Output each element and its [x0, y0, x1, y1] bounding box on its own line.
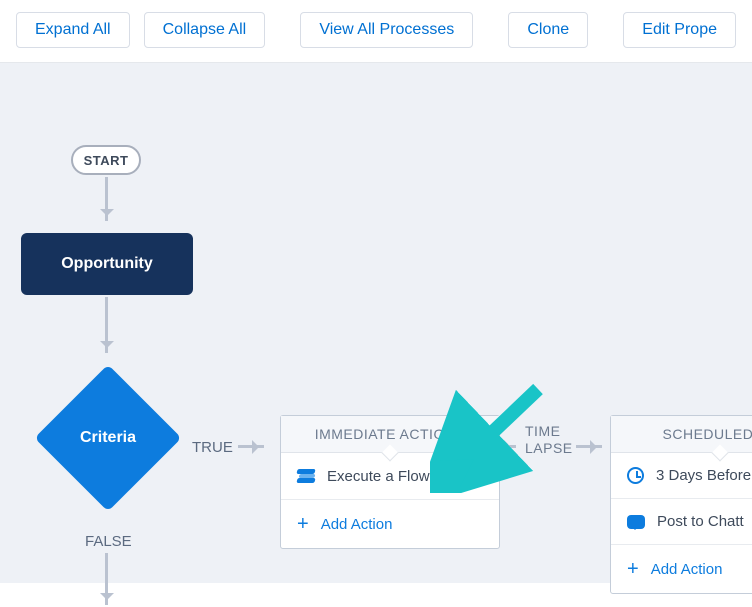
scheduled-action-3-days-before[interactable]: 3 Days Before: [611, 453, 752, 499]
view-all-processes-button[interactable]: View All Processes: [300, 12, 473, 48]
start-node[interactable]: START: [71, 145, 141, 175]
object-label: Opportunity: [61, 255, 153, 273]
edit-properties-button[interactable]: Edit Prope: [623, 12, 736, 48]
criteria-label: Criteria: [35, 365, 181, 511]
object-node[interactable]: Opportunity: [21, 233, 193, 295]
false-branch-label: FALSE: [85, 533, 132, 550]
action-label: Execute a Flow: [327, 468, 430, 485]
expand-all-button[interactable]: Expand All: [16, 12, 130, 48]
clone-button[interactable]: Clone: [508, 12, 588, 48]
plus-icon: +: [297, 514, 309, 534]
arrow-object-to-criteria: [105, 297, 108, 353]
action-label: 3 Days Before: [656, 467, 751, 484]
add-action-label: Add Action: [651, 561, 723, 578]
collapse-all-button[interactable]: Collapse All: [144, 12, 266, 48]
add-immediate-action-button[interactable]: + Add Action: [281, 500, 499, 548]
arrow-false-down: [105, 553, 108, 605]
arrow-start-to-object: [105, 177, 108, 221]
time-lapse-label: TIME LAPSE: [525, 423, 573, 457]
toolbar: Expand All Collapse All View All Process…: [0, 0, 752, 63]
true-branch-label: TRUE: [192, 439, 233, 456]
flow-icon: [297, 467, 315, 485]
clock-icon: [627, 467, 644, 484]
chat-icon: [627, 515, 645, 529]
action-label: Post to Chatt: [657, 513, 744, 530]
criteria-node[interactable]: Criteria: [35, 365, 181, 511]
process-canvas: START Opportunity Criteria TRUE FALSE IM…: [0, 63, 752, 583]
scheduled-action-post-to-chatter[interactable]: Post to Chatt: [611, 499, 752, 545]
arrow-timelapse-to-scheduled: [576, 445, 602, 448]
start-label: START: [84, 153, 129, 168]
arrow-true-to-immediate: [238, 445, 264, 448]
add-scheduled-action-button[interactable]: + Add Action: [611, 545, 752, 593]
add-action-label: Add Action: [321, 516, 393, 533]
immediate-actions-header: IMMEDIATE ACTIONS: [281, 416, 499, 453]
scheduled-actions-panel: SCHEDULED AC 3 Days Before Post to Chatt…: [610, 415, 752, 594]
arrow-immediate-to-timelapse: [504, 445, 516, 448]
scheduled-actions-header: SCHEDULED AC: [611, 416, 752, 453]
plus-icon: +: [627, 559, 639, 579]
immediate-actions-panel: IMMEDIATE ACTIONS Execute a Flow + Add A…: [280, 415, 500, 549]
